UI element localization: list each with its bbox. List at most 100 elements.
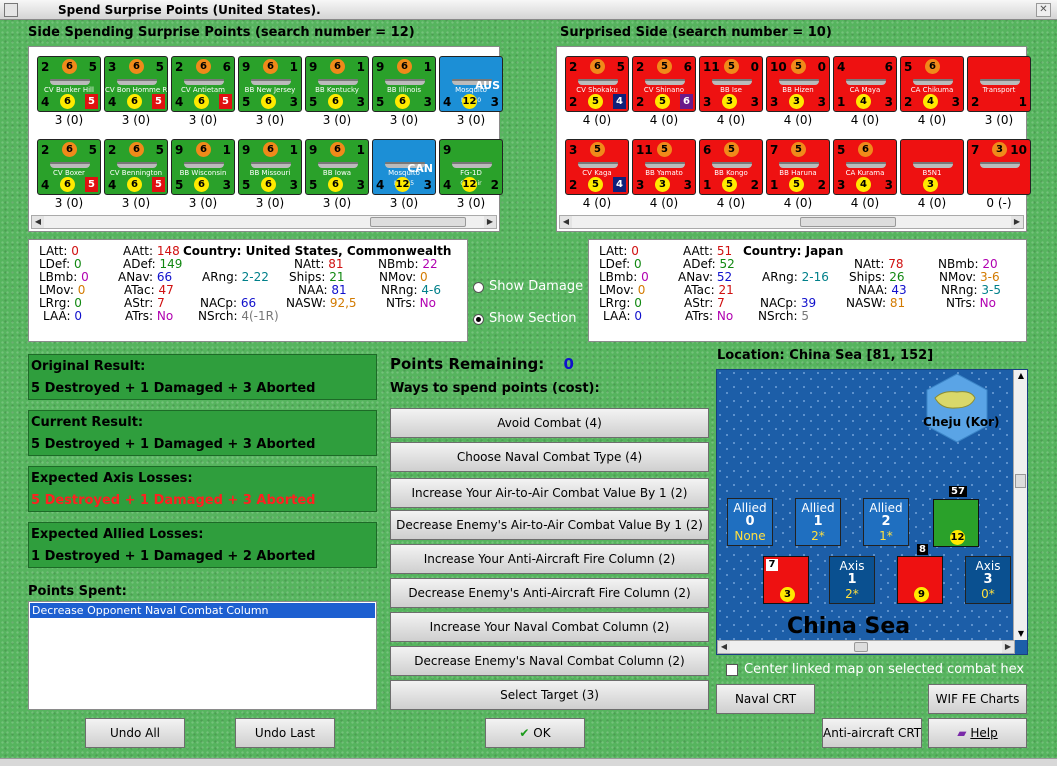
unit-count: 4 (0) <box>917 113 947 127</box>
unit-value: 9 <box>376 60 385 74</box>
unit-counter[interactable]: 11 5 BB Yamato 3 3 3 <box>632 139 696 195</box>
decrease-enemy-air-to-air-button[interactable]: Decrease Enemy's Air-to-Air Combat Value… <box>390 510 709 540</box>
show-section-option[interactable]: Show Section <box>471 311 585 329</box>
help-label: Help <box>970 726 998 740</box>
scroll-right-icon[interactable]: ▶ <box>1002 641 1014 653</box>
unit-counter[interactable]: 10 5 0 BB Hizen 3 3 3 <box>766 56 830 112</box>
original-result: Original Result: 5 Destroyed + 1 Damaged… <box>28 354 377 400</box>
window-menu-icon[interactable] <box>4 3 18 17</box>
map-vertical-scrollbar[interactable]: ▲ ▼ <box>1013 370 1027 640</box>
unit-counter[interactable]: 11 5 0 BB Ise 3 3 3 <box>699 56 763 112</box>
show-damage-radio[interactable] <box>473 282 484 293</box>
ship-icon <box>184 79 224 85</box>
unit-counter[interactable]: 2 6 6 CV Antietam 4 6 5 <box>171 56 235 112</box>
select-target-button[interactable]: Select Target (3) <box>390 680 709 710</box>
unit-counter[interactable]: 2 5 6 CV Shinano 2 5 6 <box>632 56 696 112</box>
unit-counter[interactable]: 9 6 1 BB Wisconsin 5 6 3 <box>171 139 235 195</box>
unit-counter[interactable]: 365CV Bon Homme Richard465 <box>104 56 168 112</box>
unit-counter[interactable]: 7 5 BB Haruna 1 5 2 <box>766 139 830 195</box>
unit-counter[interactable]: 9 6 1 BB Missouri 5 6 3 <box>238 139 302 195</box>
choose-naval-combat-type-button[interactable]: Choose Naval Combat Type (4) <box>390 442 709 472</box>
scroll-right-icon[interactable]: ▶ <box>1011 216 1023 228</box>
unit-counter[interactable]: B5N1 3 <box>900 139 964 195</box>
help-button[interactable]: ▰ Help <box>928 718 1027 748</box>
unit-value: 5 <box>242 178 251 192</box>
unit-counter[interactable]: 9 6 1 BB Illinois 5 6 3 <box>372 56 436 112</box>
close-icon[interactable]: ✕ <box>1036 3 1051 17</box>
unit-counter[interactable]: 6 5 BB Kongo 1 5 2 <box>699 139 763 195</box>
scroll-left-icon[interactable]: ◀ <box>718 641 730 653</box>
unit-counter[interactable]: 4 6 CA Maya 1 4 3 <box>833 56 897 112</box>
scroll-left-icon[interactable]: ◀ <box>560 216 572 228</box>
show-section-radio[interactable] <box>473 314 484 325</box>
decrease-enemy-naval-combat-button[interactable]: Decrease Enemy's Naval Combat Column (2) <box>390 646 709 676</box>
unit-counter[interactable]: MosquitoMk. 40AUS4123 <box>439 56 503 112</box>
ok-button[interactable]: ✔ OK <box>485 718 585 748</box>
surprised-units-scrollbar[interactable]: ◀ ▶ <box>559 215 1024 229</box>
undo-all-button[interactable]: Undo All <box>85 718 185 748</box>
center-linked-map-option[interactable]: Center linked map on selected combat hex <box>726 662 1028 678</box>
map-horizontal-scrollbar[interactable]: ◀ ▶ <box>717 640 1015 654</box>
allied-air-unit[interactable]: 12 <box>933 499 979 547</box>
box-number: 1 <box>847 572 857 587</box>
increase-naval-combat-button[interactable]: Increase Your Naval Combat Column (2) <box>390 612 709 642</box>
unit-counter[interactable]: 5 6 CA Kurama 3 4 3 <box>833 139 897 195</box>
scroll-left-icon[interactable]: ◀ <box>32 216 44 228</box>
scroll-up-icon[interactable]: ▲ <box>1015 370 1027 382</box>
unit-value: 3 <box>951 95 960 109</box>
scroll-thumb[interactable] <box>800 217 896 227</box>
avoid-combat-button[interactable]: Avoid Combat (4) <box>390 408 709 438</box>
unit-value: 6 <box>129 142 144 157</box>
unit-value: 3 <box>222 178 231 192</box>
allied-box-1[interactable]: Allied 1 2* <box>795 498 841 546</box>
increase-anti-aircraft-button[interactable]: Increase Your Anti-Aircraft Fire Column … <box>390 544 709 574</box>
axis-box-1[interactable]: Axis 1 2* <box>829 556 875 604</box>
unit-counter[interactable]: 9 6 1 BB Kentucky 5 6 3 <box>305 56 369 112</box>
unit-value: 6 <box>328 177 343 192</box>
naval-crt-button[interactable]: Naval CRT <box>716 684 815 714</box>
show-damage-option[interactable]: Show Damage <box>471 279 585 297</box>
unit-counter[interactable]: 9 6 1 BB Iowa 5 6 3 <box>305 139 369 195</box>
unit-counter[interactable]: 2 6 5 CV Boxer 4 6 5 <box>37 139 101 195</box>
wif-charts-button[interactable]: WIF FE Charts <box>928 684 1027 714</box>
points-spent-list[interactable]: Decrease Opponent Naval Combat Column <box>28 601 377 710</box>
ship-icon <box>712 162 752 168</box>
allied-box-0[interactable]: Allied 0 None <box>727 498 773 546</box>
unit-counter[interactable]: 5 6 CA Chikuma 2 4 3 <box>900 56 964 112</box>
scroll-thumb[interactable] <box>370 217 466 227</box>
list-item[interactable]: Decrease Opponent Naval Combat Column <box>30 603 375 618</box>
linked-map[interactable]: Cheju (Kor) Allied 0 None Allied 1 2* Allied… <box>716 369 1028 655</box>
unit-counter[interactable]: 2 6 5 CV Bunker Hill 4 6 5 <box>37 56 101 112</box>
allied-box-2[interactable]: Allied 2 1* <box>863 498 909 546</box>
increase-air-to-air-button[interactable]: Increase Your Air-to-Air Combat Value By… <box>390 478 709 508</box>
unit-counter[interactable]: 9FG-1DCorsair4122 <box>439 139 503 195</box>
unit-counter[interactable]: 3 5 CV Kaga 2 5 4 <box>565 139 629 195</box>
unit-counter[interactable]: 7 3 10 <box>967 139 1031 195</box>
unit-name: B5N1 <box>922 169 942 177</box>
scroll-thumb[interactable] <box>854 642 868 652</box>
unit-counter[interactable]: 2 6 5 CV Shokaku 2 5 4 <box>565 56 629 112</box>
unit-counter[interactable]: 9 6 1 BB New Jersey 5 6 3 <box>238 56 302 112</box>
stat-ntrs: NTrs: No <box>946 296 996 310</box>
unit-value: 5 <box>791 59 806 74</box>
axis-ship-unit[interactable]: 7 3 <box>763 556 809 604</box>
unit-value: 1 <box>289 60 298 74</box>
spending-units-scrollbar[interactable]: ◀ ▶ <box>31 215 497 229</box>
unit-counter[interactable]: 2 6 5 CV Bennington 4 6 5 <box>104 139 168 195</box>
scroll-down-icon[interactable]: ▼ <box>1015 628 1027 640</box>
unit-counter[interactable]: Transport 2 1 <box>967 56 1031 112</box>
unit-value: 6 <box>397 59 412 74</box>
axis-box-3[interactable]: Axis 3 0* <box>965 556 1011 604</box>
center-linked-map-checkbox[interactable] <box>726 664 738 676</box>
undo-last-button[interactable]: Undo Last <box>235 718 335 748</box>
unit-value: 9 <box>242 143 251 157</box>
unit-counter[interactable]: MosquitoMk. 25CAN4123 <box>372 139 436 195</box>
box-number: 0 <box>745 514 755 529</box>
scroll-right-icon[interactable]: ▶ <box>484 216 496 228</box>
unit-value: 6 <box>330 142 345 157</box>
axis-air-unit[interactable]: 9 <box>897 556 943 604</box>
ship-icon <box>913 79 953 85</box>
aa-crt-button[interactable]: Anti-aircraft CRT <box>822 718 922 748</box>
decrease-enemy-anti-aircraft-button[interactable]: Decrease Enemy's Anti-Aircraft Fire Colu… <box>390 578 709 608</box>
scroll-thumb[interactable] <box>1015 474 1026 488</box>
